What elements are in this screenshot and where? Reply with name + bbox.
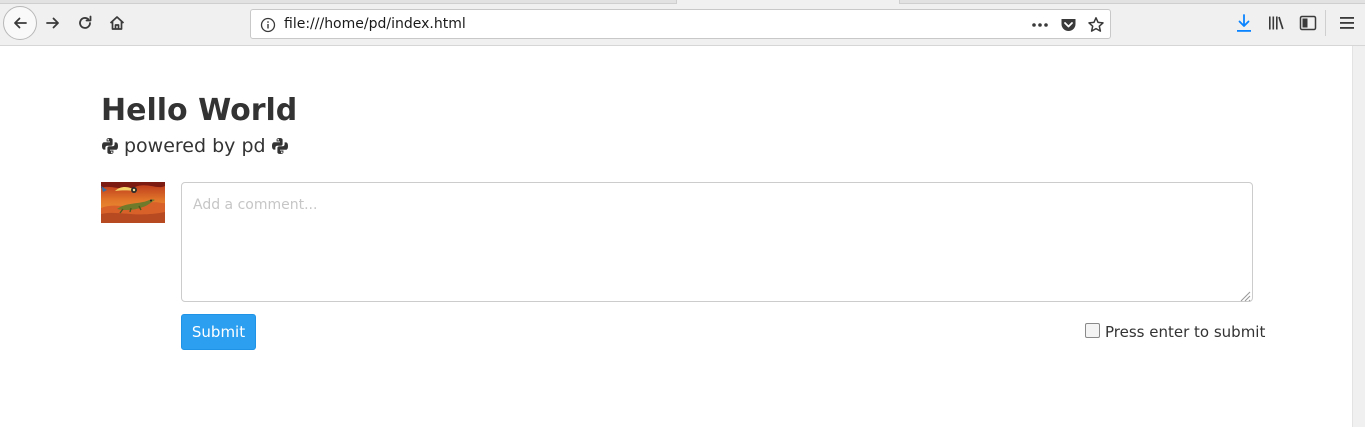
forward-button[interactable] (38, 8, 68, 38)
back-button[interactable] (3, 6, 37, 40)
tab-strip-right (900, 0, 1365, 4)
home-button[interactable] (102, 8, 132, 38)
main-menu-button[interactable] (1336, 12, 1358, 34)
star-icon (1088, 17, 1104, 32)
python-logo-icon (101, 137, 119, 155)
pocket-icon (1061, 19, 1075, 31)
bookmark-star-button[interactable] (1086, 15, 1106, 35)
active-tab-edge[interactable] (676, 0, 900, 4)
library-button[interactable] (1265, 12, 1287, 34)
comment-textarea[interactable] (181, 182, 1253, 302)
python-logo-icon (271, 137, 289, 155)
more-dots-icon (1032, 23, 1048, 27)
pocket-button[interactable] (1058, 15, 1078, 35)
download-icon (1237, 14, 1251, 32)
tab-strip (0, 0, 676, 4)
url-text[interactable]: file:///home/pd/index.html (284, 16, 466, 32)
browser-toolbar: file:///home/pd/index.html (0, 0, 1365, 46)
reload-icon (79, 15, 92, 29)
back-arrow-icon (14, 17, 27, 29)
info-icon (260, 17, 276, 33)
enter-to-submit-checkbox[interactable] (1085, 323, 1100, 338)
downloads-button[interactable] (1233, 12, 1255, 34)
submit-button[interactable]: Submit (181, 314, 256, 350)
forward-arrow-icon (46, 17, 59, 29)
page-title: Hello World (101, 93, 298, 128)
page-actions-button[interactable] (1030, 15, 1050, 35)
home-icon (109, 16, 125, 30)
site-info-button[interactable] (259, 16, 277, 34)
page-subtitle: powered by pd (101, 134, 289, 158)
page-scrollbar[interactable] (1352, 46, 1365, 427)
avatar (101, 182, 165, 223)
hamburger-menu-icon (1340, 17, 1354, 29)
enter-to-submit-label: Press enter to submit (1105, 323, 1266, 341)
toolbar-separator (1325, 10, 1326, 36)
sidebar-icon (1299, 15, 1317, 31)
library-icon (1269, 16, 1284, 30)
subtitle-text: powered by pd (124, 135, 266, 157)
enter-to-submit-option[interactable]: Press enter to submit (1085, 322, 1265, 342)
textarea-resize-handle[interactable] (1238, 287, 1251, 302)
sidebar-button[interactable] (1297, 12, 1319, 34)
reload-button[interactable] (70, 8, 100, 38)
url-bar[interactable]: file:///home/pd/index.html (250, 9, 1111, 39)
